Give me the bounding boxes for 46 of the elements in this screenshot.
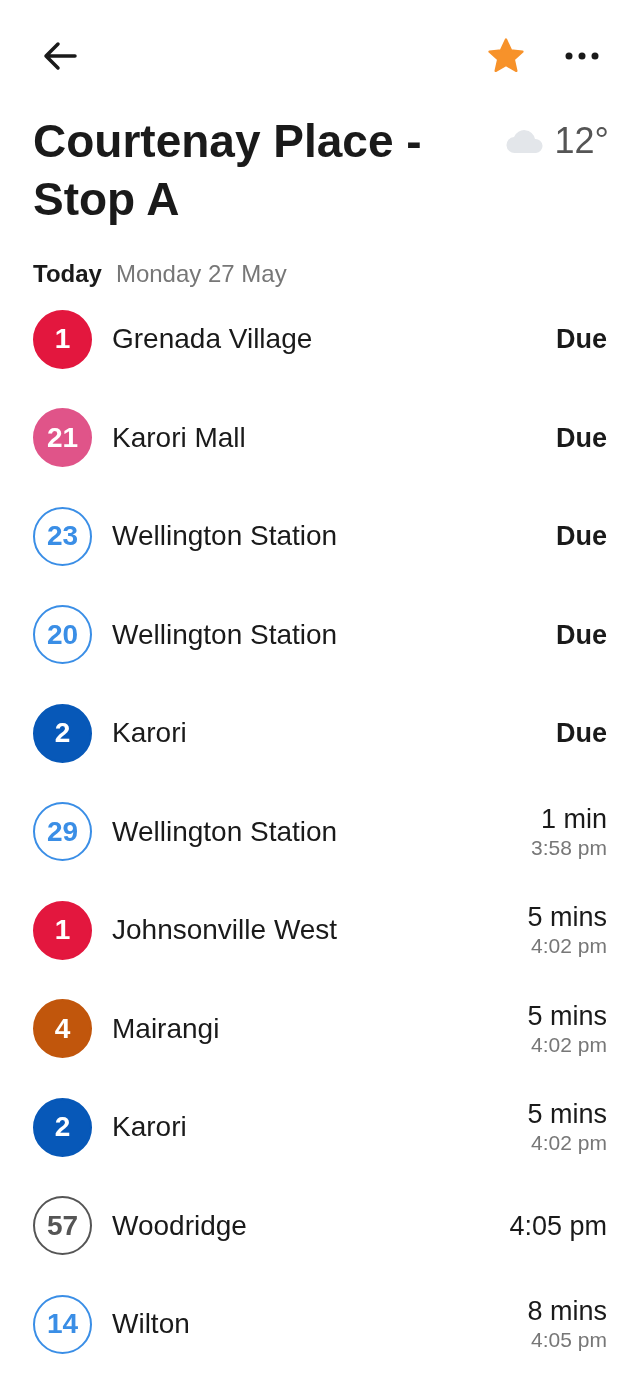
departure-time: 5 mins [527,1098,607,1131]
departure-time: 8 mins [527,1295,607,1328]
scheduled-time: 3:58 pm [531,834,607,861]
route-badge: 1 [33,309,92,369]
departure-time: Due [556,323,607,357]
stop-title: Courtenay Place - Stop A [33,114,423,227]
date-label: Today [33,259,102,289]
route-badge: 20 [33,605,92,665]
departure-time: 5 mins [527,901,607,934]
departure-time: 1 min [540,802,607,835]
destination: Wellington Station [112,519,339,554]
route-badge: 2 [33,1097,92,1157]
departure-time: Due [556,618,607,652]
route-badge: 1 [33,900,92,960]
route-badge: 4 [33,999,92,1059]
star-icon [487,38,525,74]
scheduled-time: 4:02 pm [531,1130,607,1157]
route-badge: 2 [33,703,92,763]
departure-time: Due [556,421,607,455]
more-icon [565,52,599,60]
cloud-icon [504,128,545,154]
destination: Johnsonville West [112,913,339,948]
departure-time: Due [556,717,607,751]
destination: Wellington Station [112,617,339,652]
destination: Mairangi [112,1011,221,1046]
departure-time: 5 mins [527,999,607,1032]
destination: Woodridge [112,1208,248,1243]
route-badge: 57 [33,1196,92,1256]
destination: Wilton [112,1307,191,1342]
route-badge: 14 [33,1294,92,1354]
destination: Wellington Station [112,814,339,849]
scheduled-time: 4:02 pm [531,933,607,960]
scheduled-time: 4:05 pm [531,1327,607,1354]
destination: Karori Mall [112,420,247,455]
route-badge: 29 [33,802,92,862]
destination: Karori [112,1110,188,1145]
temperature: 12° [554,119,609,163]
route-badge: 21 [33,408,92,468]
date-value: Monday 27 May [115,259,287,289]
back-arrow-icon [43,41,77,71]
route-badge: 23 [33,506,92,566]
departure-time: 4:05 pm [509,1209,607,1242]
departure-time: Due [556,520,607,554]
scheduled-time: 4:02 pm [531,1031,607,1058]
destination: Grenada Village [112,322,314,357]
destination: Karori [112,716,188,751]
